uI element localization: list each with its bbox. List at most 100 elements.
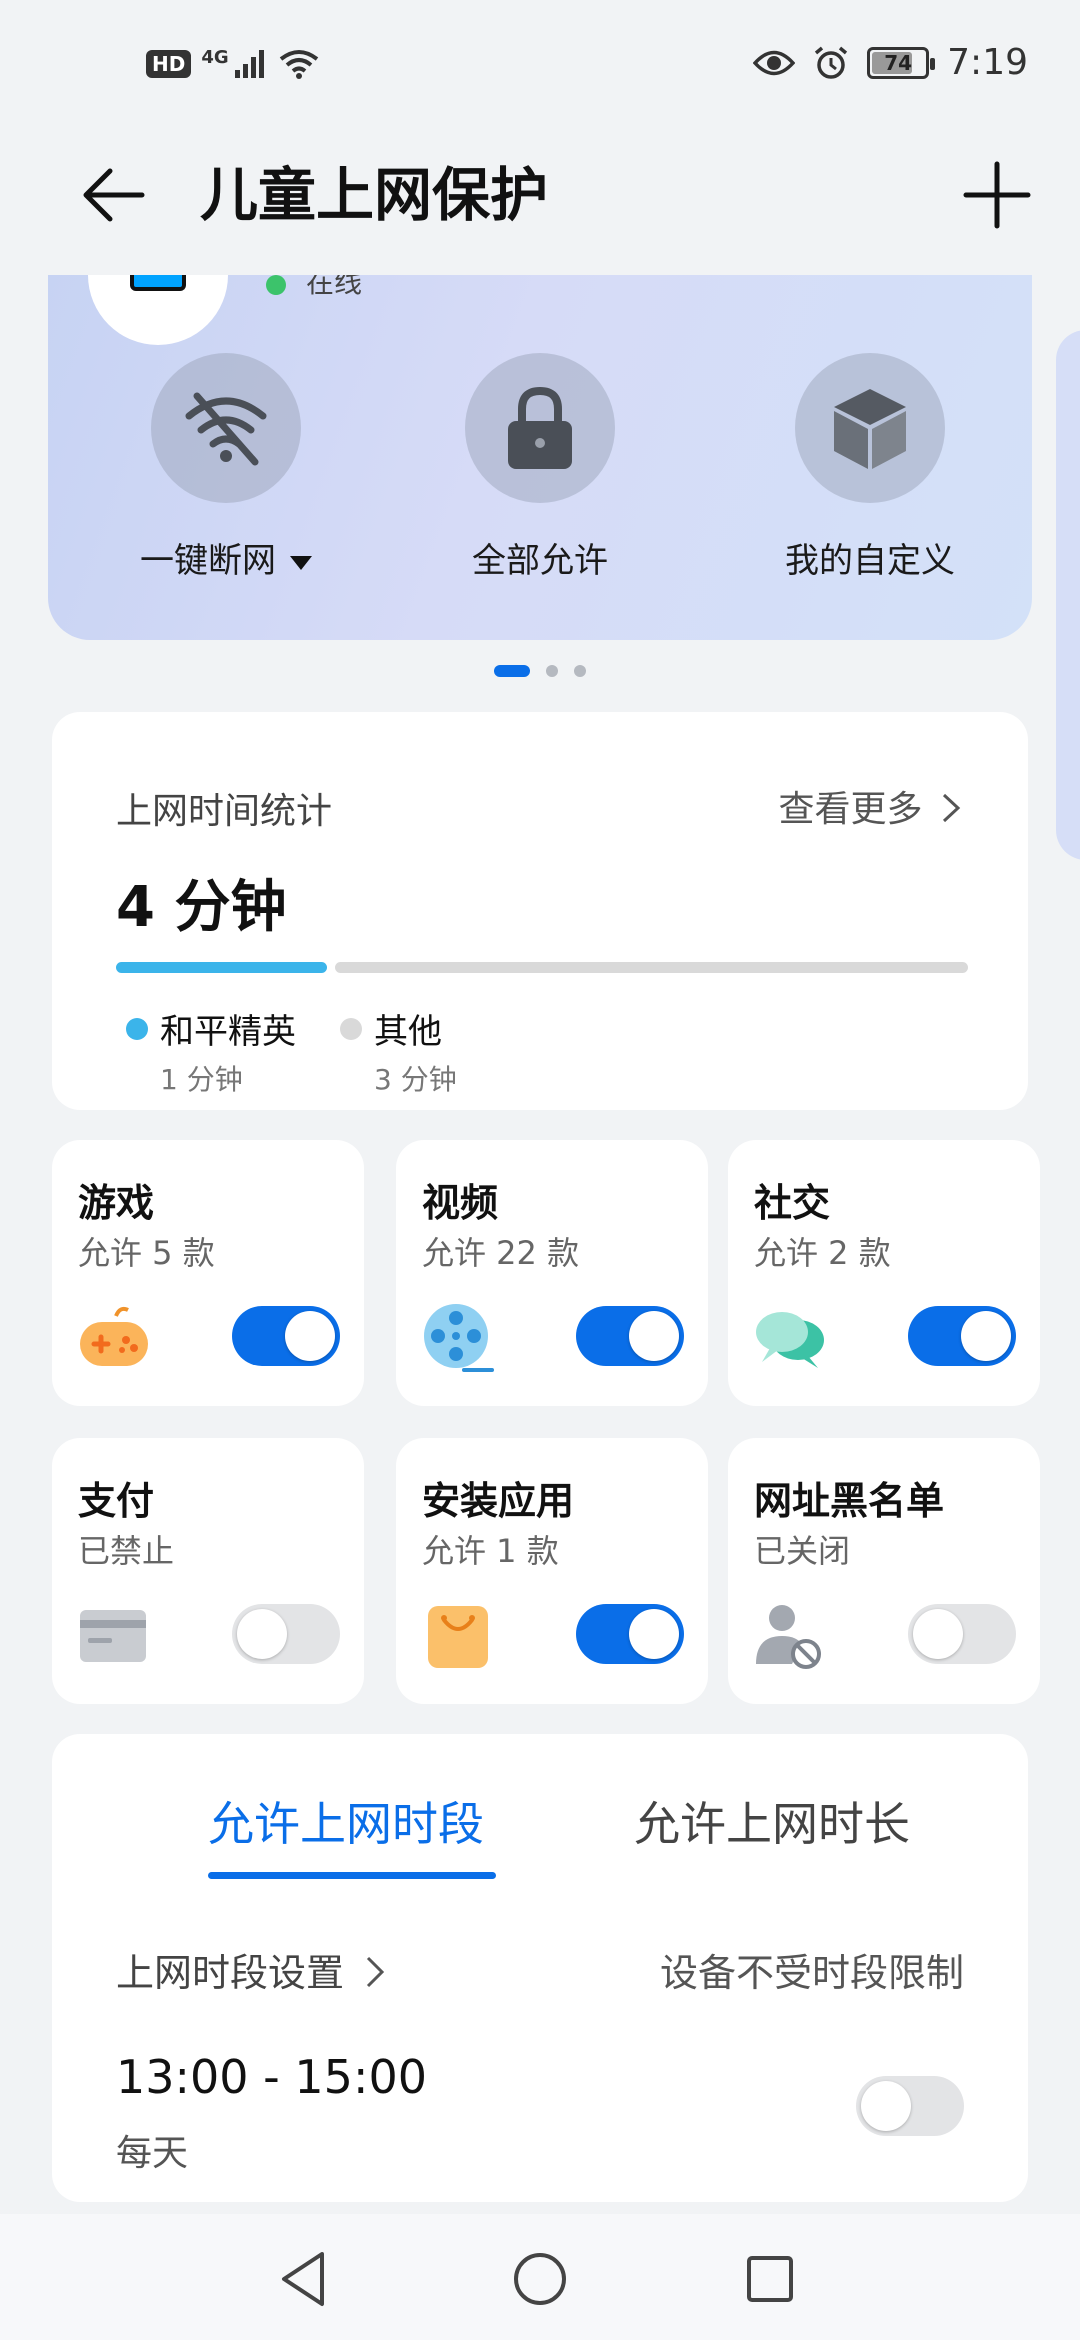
- online-status-text: 在线: [306, 275, 363, 299]
- allow-all-label: 全部允许: [472, 541, 608, 581]
- chat-bubbles-icon: [756, 1312, 824, 1368]
- tablet-icon: [130, 275, 186, 291]
- toggle-games[interactable]: [232, 1306, 340, 1366]
- system-nav-bar: [0, 2214, 1080, 2340]
- toggle-social[interactable]: [908, 1306, 1016, 1366]
- tile-subtitle: 允许 1 款: [422, 1532, 559, 1570]
- alarm-icon: [815, 46, 848, 79]
- legend-duration: 3 分钟: [374, 1063, 457, 1096]
- page-dot-1[interactable]: [494, 665, 530, 677]
- tile-title: 安装应用: [422, 1479, 575, 1523]
- nav-recents-button[interactable]: [735, 2244, 805, 2314]
- tile-title: 游戏: [78, 1181, 155, 1225]
- usage-bar: [116, 962, 968, 973]
- app-header: 儿童上网保护: [0, 140, 1080, 250]
- tab-allowed-periods[interactable]: 允许上网时段: [208, 1788, 484, 1854]
- tile-video[interactable]: 视频 允许 22 款: [396, 1140, 708, 1406]
- tab-allowed-duration[interactable]: 允许上网时长: [634, 1788, 910, 1854]
- plus-icon: [963, 161, 1031, 229]
- page-dot-3[interactable]: [574, 665, 586, 677]
- square-recents-icon: [747, 2256, 793, 2302]
- tile-url-blacklist[interactable]: 网址黑名单 已关闭: [728, 1438, 1040, 1704]
- page-title: 儿童上网保护: [200, 161, 549, 229]
- eye-icon: [753, 50, 796, 75]
- disconnect-label: 一键断网: [126, 533, 326, 582]
- legend-dot: [126, 1018, 148, 1040]
- toggle-knob: [861, 2081, 911, 2131]
- toggle-knob: [237, 1609, 287, 1659]
- user-blocked-icon: [756, 1605, 821, 1669]
- network-type: 4G: [201, 46, 229, 68]
- nav-back-button[interactable]: [270, 2244, 340, 2314]
- tile-subtitle: 已禁止: [78, 1532, 175, 1570]
- hd-badge: HD: [146, 50, 192, 78]
- usage-bar-segment-1: [116, 962, 327, 973]
- disconnect-button[interactable]: 一键断网: [126, 353, 326, 582]
- allow-all-circle: [465, 353, 615, 503]
- schedule-time-range: 13:00 - 15:00: [116, 2050, 427, 2104]
- toggle-knob: [629, 1609, 679, 1659]
- toggle-knob: [913, 1609, 963, 1659]
- signal-icon: [234, 50, 264, 78]
- tile-payment[interactable]: 支付 已禁止: [52, 1438, 364, 1704]
- credit-card-icon: [80, 1610, 146, 1662]
- tile-games[interactable]: 游戏 允许 5 款: [52, 1140, 364, 1406]
- toggle-knob: [629, 1311, 679, 1361]
- legend-duration: 1 分钟: [160, 1063, 243, 1096]
- status-bar: HD 4G 74 7:19: [0, 0, 1080, 130]
- next-card-peek[interactable]: [1056, 330, 1080, 860]
- toggle-payment[interactable]: [232, 1604, 340, 1664]
- toggle-url-blacklist[interactable]: [908, 1604, 1016, 1664]
- back-button[interactable]: [80, 160, 150, 230]
- status-left: HD 4G: [146, 46, 319, 80]
- toggle-schedule[interactable]: [856, 2076, 964, 2136]
- tile-subtitle: 允许 22 款: [422, 1234, 580, 1272]
- clock: 7:19: [947, 42, 1028, 83]
- shopping-bag-icon: [428, 1606, 488, 1668]
- battery-level: 74: [884, 50, 913, 75]
- wifi-icon: [279, 50, 318, 79]
- legend-dot: [340, 1018, 362, 1040]
- nav-home-button[interactable]: [505, 2244, 575, 2314]
- custom-circle: [795, 353, 945, 503]
- allow-all-button[interactable]: 全部允许: [440, 353, 640, 582]
- page-dot-2[interactable]: [546, 665, 558, 677]
- tile-social[interactable]: 社交 允许 2 款: [728, 1140, 1040, 1406]
- custom-button[interactable]: 我的自定义: [770, 353, 970, 582]
- tile-title: 视频: [422, 1181, 499, 1225]
- device-avatar[interactable]: [88, 275, 228, 345]
- view-more-link[interactable]: 查看更多: [779, 780, 962, 832]
- tile-subtitle: 允许 5 款: [78, 1234, 215, 1272]
- tile-title: 支付: [78, 1479, 155, 1523]
- legend-name: 和平精英: [160, 1012, 296, 1052]
- legend-name: 其他: [374, 1012, 442, 1052]
- usage-bar-segment-2: [335, 962, 968, 973]
- stats-title: 上网时间统计: [116, 791, 333, 832]
- status-right: 74 7:19: [753, 42, 1028, 83]
- dropdown-caret-icon[interactable]: [290, 555, 312, 570]
- schedule-repeat: 每天: [116, 2133, 189, 2174]
- schedule-status-note: 设备不受时段限制: [659, 1951, 964, 1995]
- tile-title: 社交: [754, 1181, 831, 1225]
- device-control-card: 在线 一键断网 全部允许 我的自定义: [48, 275, 1032, 640]
- toggle-video[interactable]: [576, 1306, 684, 1366]
- wifi-off-icon: [185, 392, 267, 466]
- arrow-left-icon: [83, 168, 145, 222]
- active-tab-indicator: [208, 1872, 496, 1879]
- toggle-knob: [285, 1311, 335, 1361]
- add-button[interactable]: [962, 160, 1032, 230]
- total-usage-time: 4 分钟: [116, 875, 287, 940]
- period-settings-link[interactable]: 上网时段设置: [116, 1942, 386, 1997]
- tile-install-apps[interactable]: 安装应用 允许 1 款: [396, 1438, 708, 1704]
- online-status-dot: [266, 275, 286, 295]
- toggle-knob: [961, 1311, 1011, 1361]
- film-reel-icon: [424, 1304, 494, 1372]
- triangle-back-icon: [282, 2252, 324, 2306]
- usage-stats-card: 上网时间统计 查看更多 4 分钟 和平精英 1 分钟 其他 3 分钟: [52, 712, 1028, 1110]
- toggle-install-apps[interactable]: [576, 1604, 684, 1664]
- chevron-right-icon: [942, 793, 961, 823]
- disconnect-circle: [151, 353, 301, 503]
- custom-label: 我的自定义: [785, 541, 955, 581]
- chevron-right-icon: [367, 1956, 385, 1988]
- internet-schedule-card: 允许上网时段 允许上网时长 上网时段设置 设备不受时段限制 13:00 - 15…: [52, 1734, 1028, 2202]
